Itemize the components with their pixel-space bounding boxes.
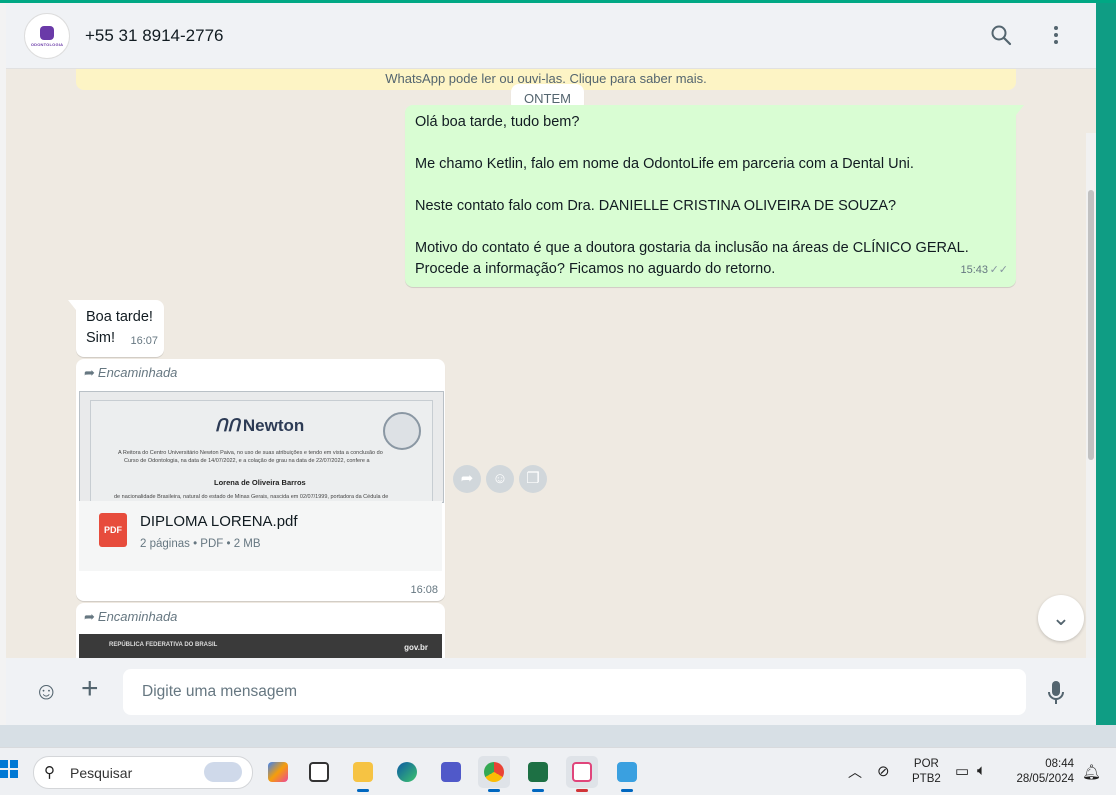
diploma-text: Curso de Odontologia, na data de 14/07/2… xyxy=(124,458,370,464)
forwarded-text: Encaminhada xyxy=(97,609,178,624)
message-line: Neste contato falo com Dra. DANIELLE CRI… xyxy=(415,198,897,214)
avatar-logo-text: ODONTOLOGIA xyxy=(30,41,64,47)
newton-mark-icon: ᑎᑎ xyxy=(215,416,240,435)
microphone-icon[interactable] xyxy=(1047,680,1065,706)
search-icon: ⚲ xyxy=(44,764,55,781)
copilot-icon[interactable] xyxy=(262,756,294,788)
clock-time: 08:44 xyxy=(1045,758,1074,770)
volume-icon[interactable]: 🔈︎ xyxy=(977,762,986,779)
start-windows-icon[interactable] xyxy=(0,760,18,780)
message-list: WhatsApp pode ler ou ouvi-las. Clique pa… xyxy=(6,68,1096,658)
bubble-tail xyxy=(1016,105,1024,115)
bubble-tail xyxy=(68,300,76,310)
forward-arrow-icon: ➦ xyxy=(84,365,95,380)
copy-icon[interactable]: ❐ xyxy=(519,465,547,493)
message-time: 15:43 xyxy=(960,264,988,276)
message-line: Procede a informação? Ficamos no aguardo… xyxy=(415,261,776,277)
forwarded-text: Encaminhada xyxy=(97,365,178,380)
windows-taskbar: ⚲ Pesquisar ︿ ⊘ POR PTB2 ▭ 🔈︎ 08:44 28/0… xyxy=(0,747,1116,795)
newton-brand-text: Newton xyxy=(242,416,305,435)
teams-icon[interactable] xyxy=(435,756,467,788)
chrome-icon[interactable] xyxy=(478,756,510,792)
window-bottom-bar xyxy=(0,725,1116,747)
system-clock[interactable]: 08:44 28/05/2024 xyxy=(1012,757,1074,787)
search-icon[interactable] xyxy=(989,23,1013,47)
diploma-text: de nacionalidade Brasileira, natural do … xyxy=(114,494,389,500)
diploma-name: Lorena de Oliveira Barros xyxy=(214,478,306,487)
emoji-reaction-icon[interactable]: ☺ xyxy=(486,465,514,493)
forwarded-label: ➦ Encaminhada xyxy=(84,609,177,625)
language-code: POR xyxy=(913,758,939,770)
tooth-logo-icon xyxy=(40,25,54,40)
search-highlight-icon xyxy=(204,762,242,782)
message-line: Olá boa tarde, tudo bem? xyxy=(415,114,580,130)
message-time: 16:07 xyxy=(130,335,158,347)
scrollbar-thumb[interactable] xyxy=(1088,190,1094,460)
forward-icon[interactable]: ➦ xyxy=(453,465,481,493)
newton-logo: ᑎᑎ Newton xyxy=(215,416,304,436)
notepad-icon[interactable] xyxy=(611,756,643,792)
language-indicator[interactable]: POR PTB2 xyxy=(912,757,941,787)
contact-avatar[interactable]: ODONTOLOGIA xyxy=(24,13,70,59)
whatsapp-window: ODONTOLOGIA +55 31 8914-2776 WhatsApp po… xyxy=(6,3,1096,725)
diploma-text: A Reitora do Centro Universitário Newton… xyxy=(118,450,383,456)
network-icon[interactable]: ▭ xyxy=(955,762,969,780)
document-file-name: DIPLOMA LORENA.pdf xyxy=(140,513,298,530)
message-line: Motivo do contato é que a doutora gostar… xyxy=(415,240,969,256)
forward-arrow-icon: ➦ xyxy=(84,609,95,624)
message-input[interactable] xyxy=(123,669,1026,715)
snipping-tool-icon[interactable] xyxy=(566,756,598,792)
forwarded-label: ➦ Encaminhada xyxy=(84,365,177,381)
notification-bell-icon[interactable]: 🔔︎ xyxy=(1082,763,1101,781)
contact-name[interactable]: +55 31 8914-2776 xyxy=(85,26,224,46)
message-line: Me chamo Ketlin, falo em nome da OdontoL… xyxy=(415,156,914,172)
gov-header-text: REPÚBLICA FEDERATIVA DO BRASIL xyxy=(109,642,218,648)
document-file-meta: 2 páginas • PDF • 2 MB xyxy=(140,538,261,550)
message-line: Boa tarde! xyxy=(86,309,153,325)
incoming-message[interactable]: Boa tarde! Sim! 16:07 xyxy=(68,300,164,357)
message-composer: ☺ + xyxy=(6,658,1096,725)
taskbar-search-label: Pesquisar xyxy=(70,765,133,781)
scroll-down-button[interactable]: ⌄ xyxy=(1038,595,1084,641)
file-explorer-icon[interactable] xyxy=(347,756,379,792)
document-message[interactable]: ➦ Encaminhada ᑎᑎ Newton A Reitora do Centr… xyxy=(76,359,445,601)
document-message[interactable]: ➦ Encaminhada REPÚBLICA FEDERATIVA DO BRA… xyxy=(76,603,445,658)
seal-icon xyxy=(383,412,421,450)
keyboard-layout: PTB2 xyxy=(912,773,941,785)
emoji-icon[interactable]: ☺ xyxy=(34,678,59,706)
attach-plus-icon[interactable]: + xyxy=(81,672,99,706)
kebab-menu-icon[interactable] xyxy=(1044,23,1068,47)
outgoing-message[interactable]: Olá boa tarde, tudo bem? Me chamo Ketlin… xyxy=(405,105,1024,287)
document-file-row[interactable]: PDF DIPLOMA LORENA.pdf 2 páginas • PDF •… xyxy=(79,501,442,571)
message-line: Sim! xyxy=(86,330,115,346)
task-view-icon[interactable] xyxy=(303,756,335,788)
clock-date: 28/05/2024 xyxy=(1016,773,1074,785)
taskbar-search[interactable]: ⚲ Pesquisar xyxy=(33,756,253,789)
pdf-icon: PDF xyxy=(99,513,127,547)
sync-off-icon[interactable]: ⊘ xyxy=(877,762,890,780)
chevron-up-icon[interactable]: ︿ xyxy=(848,762,862,782)
message-time: 16:08 xyxy=(410,584,438,596)
document-preview[interactable]: ᑎᑎ Newton A Reitora do Centro Universitár… xyxy=(79,391,444,503)
read-receipt-icon: ✓✓ xyxy=(989,264,1008,276)
govbr-logo: gov.br xyxy=(404,643,428,652)
excel-icon[interactable] xyxy=(522,756,554,792)
edge-icon[interactable] xyxy=(391,756,423,788)
document-preview[interactable]: REPÚBLICA FEDERATIVA DO BRASIL gov.br xyxy=(79,634,442,658)
chat-header: ODONTOLOGIA +55 31 8914-2776 xyxy=(6,3,1096,69)
